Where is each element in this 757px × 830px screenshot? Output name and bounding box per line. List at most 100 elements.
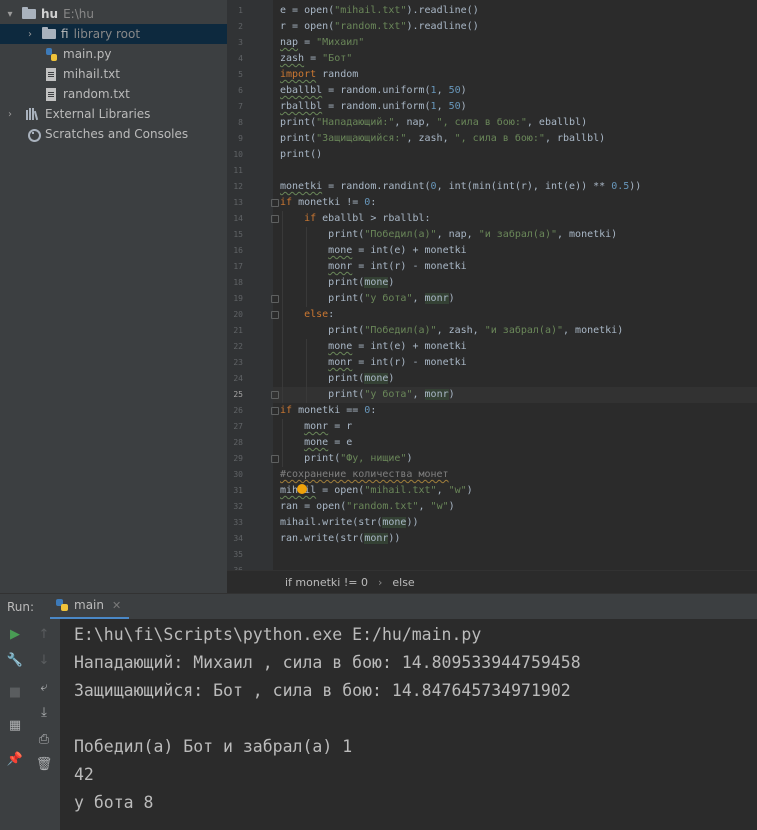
code-line[interactable]: print("Защищающийся:", zash, ", сила в б… xyxy=(280,131,605,147)
line-number[interactable]: 23 xyxy=(227,355,243,371)
code-line[interactable]: if eballbl > rballbl: xyxy=(280,211,430,227)
tree-item-mihail-txt[interactable]: mihail.txt xyxy=(0,64,227,84)
line-number[interactable]: 18 xyxy=(227,275,243,291)
line-number[interactable]: 7 xyxy=(227,99,243,115)
line-number[interactable]: 34 xyxy=(227,531,243,547)
code-line[interactable]: #сохранение количества монет xyxy=(280,467,449,483)
line-number[interactable]: 21 xyxy=(227,323,243,339)
fold-marker-icon[interactable] xyxy=(271,311,279,319)
fold-marker-icon[interactable] xyxy=(271,391,279,399)
line-number[interactable]: 31 xyxy=(227,483,243,499)
line-number[interactable]: 33 xyxy=(227,515,243,531)
wrench-icon[interactable]: 🔧 xyxy=(5,650,25,670)
arrow-down-icon[interactable]: ↓ xyxy=(34,650,54,670)
code-line[interactable]: if monetki != 0: xyxy=(280,195,376,211)
code-line[interactable]: if monetki == 0: xyxy=(280,403,376,419)
line-number[interactable]: 35 xyxy=(227,547,243,563)
line-number[interactable]: 20 xyxy=(227,307,243,323)
line-number[interactable]: 22 xyxy=(227,339,243,355)
line-number[interactable]: 26 xyxy=(227,403,243,419)
code-line[interactable]: mihail.write(str(mone)) xyxy=(280,515,419,531)
line-number[interactable]: 11 xyxy=(227,163,243,179)
line-number[interactable]: 29 xyxy=(227,451,243,467)
code-line[interactable]: mone = int(e) + monetki xyxy=(280,339,467,355)
line-number[interactable]: 25 xyxy=(227,387,243,403)
line-number[interactable]: 36 xyxy=(227,563,243,570)
print-icon[interactable]: ⎙ xyxy=(34,729,54,749)
breadcrumb-item[interactable]: else xyxy=(392,576,414,589)
line-number[interactable]: 13 xyxy=(227,195,243,211)
rerun-icon[interactable]: ▶ xyxy=(5,624,25,644)
code-line[interactable]: print("у бота", monr) xyxy=(280,291,455,307)
breadcrumb-item[interactable]: if monetki != 0 xyxy=(285,576,368,589)
code-line[interactable]: r = open("random.txt").readline() xyxy=(280,19,479,35)
code-line[interactable]: monetki = random.randint(0, int(min(int(… xyxy=(280,179,641,195)
fold-marker-icon[interactable] xyxy=(271,215,279,223)
code-line[interactable]: else: xyxy=(280,307,334,323)
line-number[interactable]: 6 xyxy=(227,83,243,99)
code-editor[interactable]: 1 2 3 4 5 6 7 8 9 10 11 12 13 14 15 16 17 18 19 20 21 22 23 24 2… xyxy=(227,0,757,570)
fold-marker-icon[interactable] xyxy=(271,455,279,463)
line-number[interactable]: 1 xyxy=(227,3,243,19)
fold-marker-icon[interactable] xyxy=(271,407,279,415)
code-line[interactable]: nap = "Михаил" xyxy=(280,35,364,51)
pin-icon[interactable]: 📌 xyxy=(5,749,25,769)
code-line[interactable]: monr = r xyxy=(280,419,352,435)
line-number[interactable]: 27 xyxy=(227,419,243,435)
trash-icon[interactable]: 🗑 xyxy=(34,754,54,774)
line-number[interactable]: 15 xyxy=(227,227,243,243)
chevron-right-icon[interactable]: › xyxy=(24,29,36,40)
scroll-to-end-icon[interactable]: ⤓ xyxy=(34,702,54,722)
code-line[interactable]: zash = "Бот" xyxy=(280,51,352,67)
lightbulb-icon[interactable] xyxy=(297,484,307,494)
line-number[interactable]: 19 xyxy=(227,291,243,307)
tree-item-random-txt[interactable]: random.txt xyxy=(0,84,227,104)
code-line[interactable]: mihail = open("mihail.txt", "w") xyxy=(280,483,473,499)
line-number[interactable]: 9 xyxy=(227,131,243,147)
chevron-right-icon[interactable]: › xyxy=(4,109,16,120)
fold-marker-icon[interactable] xyxy=(271,295,279,303)
close-icon[interactable]: ✕ xyxy=(112,599,121,612)
code-line[interactable]: ran = open("random.txt", "w") xyxy=(280,499,455,515)
line-number[interactable]: 3 xyxy=(227,35,243,51)
tree-item-external-libraries[interactable]: › External Libraries xyxy=(0,104,227,124)
line-number[interactable]: 5 xyxy=(227,67,243,83)
stop-icon[interactable]: ■ xyxy=(5,682,25,702)
soft-wrap-icon[interactable]: ⤶ xyxy=(34,677,54,697)
code-line[interactable]: print("у бота", monr) xyxy=(280,387,455,403)
code-line[interactable]: print() xyxy=(280,147,322,163)
code-line[interactable]: import random xyxy=(280,67,358,83)
tree-item-main-py[interactable]: main.py xyxy=(0,44,227,64)
arrow-up-icon[interactable]: ↑ xyxy=(34,624,54,644)
code-line[interactable]: rballbl = random.uniform(1, 50) xyxy=(280,99,467,115)
line-number[interactable]: 28 xyxy=(227,435,243,451)
run-console[interactable]: E:\hu\fi\Scripts\python.exe E:/hu/main.p… xyxy=(60,619,757,830)
code-line[interactable]: mone = int(e) + monetki xyxy=(280,243,467,259)
fold-marker-icon[interactable] xyxy=(271,199,279,207)
line-number[interactable]: 14 xyxy=(227,211,243,227)
layout-icon[interactable]: ▦ xyxy=(5,715,25,735)
line-number[interactable]: 32 xyxy=(227,499,243,515)
code-line[interactable]: print("Победил(а)", zash, "и забрал(а)",… xyxy=(280,323,623,339)
line-number[interactable]: 24 xyxy=(227,371,243,387)
code-line[interactable]: eballbl = random.uniform(1, 50) xyxy=(280,83,467,99)
code-line[interactable]: e = open("mihail.txt").readline() xyxy=(280,3,479,19)
line-number[interactable]: 2 xyxy=(227,19,243,35)
code-line[interactable]: monr = int(r) - monetki xyxy=(280,355,467,371)
line-number[interactable]: 12 xyxy=(227,179,243,195)
code-line[interactable]: ran.write(str(monr)) xyxy=(280,531,400,547)
tree-root-hu[interactable]: ▾ hu E:\hu xyxy=(0,4,227,24)
code-line[interactable]: print("Нападающий:", nap, ", сила в бою:… xyxy=(280,115,587,131)
line-number[interactable]: 16 xyxy=(227,243,243,259)
line-number[interactable]: 17 xyxy=(227,259,243,275)
code-line[interactable]: print(mone) xyxy=(280,371,394,387)
line-number[interactable]: 10 xyxy=(227,147,243,163)
line-number[interactable]: 8 xyxy=(227,115,243,131)
tree-item-scratches[interactable]: Scratches and Consoles xyxy=(0,124,227,144)
code-line[interactable]: mone = e xyxy=(280,435,352,451)
tab-main[interactable]: main ✕ xyxy=(50,594,130,620)
tree-item-fi[interactable]: › fi library root xyxy=(0,24,227,44)
code-line[interactable]: print("Фу, нищие") xyxy=(280,451,412,467)
line-number[interactable]: 4 xyxy=(227,51,243,67)
code-line[interactable]: monr = int(r) - monetki xyxy=(280,259,467,275)
